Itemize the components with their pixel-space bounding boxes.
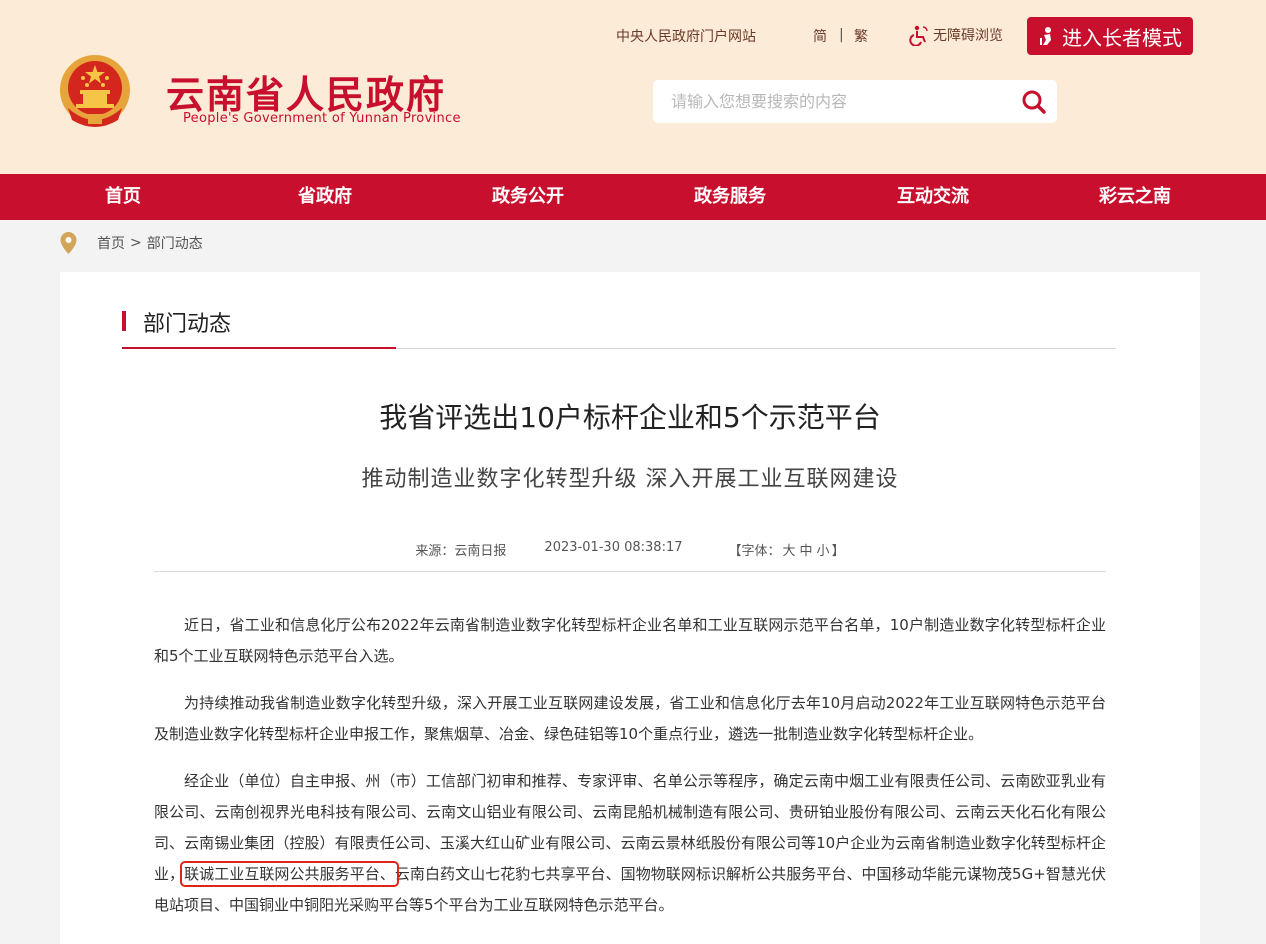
breadcrumb-current[interactable]: 部门动态 [147, 233, 203, 253]
site-subtitle: People's Government of Yunnan Province [183, 111, 461, 126]
section-underline-grey [396, 348, 1116, 349]
article-date: 2023-01-30 08:38:17 [544, 540, 683, 555]
site-header: 云南省人民政府 People's Government of Yunnan Pr… [0, 0, 1266, 174]
search-box [653, 80, 1057, 123]
nav-item-provincial-government[interactable]: 省政府 [265, 174, 385, 220]
font-size-prefix: 【字体： [728, 544, 781, 559]
font-size-control: 【字体：大中小】 [729, 540, 845, 559]
accessibility-link[interactable]: 无障碍浏览 [908, 24, 1003, 46]
section-title: 部门动态 [143, 312, 232, 337]
article-meta: 来源：云南日报 2023-01-30 08:38:17 【字体：大中小】 [60, 540, 1200, 559]
nav-item-interaction[interactable]: 互动交流 [873, 174, 993, 220]
section-underline-red [122, 347, 396, 349]
font-size-small-button[interactable]: 小 [817, 544, 830, 559]
search-icon[interactable] [1019, 87, 1049, 117]
elder-person-icon [1040, 27, 1051, 45]
elder-mode-label: 进入长者模式 [1062, 25, 1182, 50]
section-title-bar [122, 311, 126, 331]
location-pin-icon [60, 232, 77, 254]
simplified-chinese-link[interactable]: 简 [813, 26, 827, 46]
nav-item-government-services[interactable]: 政务服务 [670, 174, 790, 220]
national-emblem-icon [60, 55, 130, 127]
article-panel: 部门动态 我省评选出10户标杆企业和5个示范平台 推动制造业数字化转型升级 深入… [60, 272, 1200, 944]
elder-mode-button[interactable]: 进入长者模式 [1027, 17, 1193, 55]
article-paragraph-2: 为持续推动我省制造业数字化转型升级，深入开展工业互联网建设发展，省工业和信息化厅… [154, 694, 1106, 743]
breadcrumb: 首页 > 部门动态 [60, 232, 208, 254]
central-portal-link[interactable]: 中央人民政府门户网站 [616, 26, 756, 46]
article-paragraph-3: 经企业（单位）自主申报、州（市）工信部门初审和推荐、专家评审、名单公示等程序，确… [154, 766, 1106, 921]
font-size-large-button[interactable]: 大 [783, 544, 796, 559]
article-subtitle: 推动制造业数字化转型升级 深入开展工业互联网建设 [361, 467, 899, 492]
traditional-chinese-link[interactable]: 繁 [854, 26, 868, 46]
breadcrumb-separator: > [130, 235, 142, 251]
article-paragraph-1: 近日，省工业和信息化厅公布2022年云南省制造业数字化转型标杆企业名单和工业互联… [154, 616, 1106, 665]
breadcrumb-home[interactable]: 首页 [97, 233, 125, 253]
wheelchair-icon [909, 25, 928, 46]
highlighted-platform-name: 联诚工业互联网公共服务平台、 [180, 861, 399, 887]
nav-item-home[interactable]: 首页 [63, 174, 183, 220]
language-separator: | [839, 27, 844, 43]
nav-item-colorful-yunnan[interactable]: 彩云之南 [1075, 174, 1195, 220]
nav-item-government-affairs-disclosure[interactable]: 政务公开 [468, 174, 588, 220]
article-body: 近日，省工业和信息化厅公布2022年云南省制造业数字化转型标杆企业名单和工业互联… [154, 610, 1106, 937]
font-size-suffix: 】 [831, 544, 845, 559]
article-title: 我省评选出10户标杆企业和5个示范平台 [379, 401, 881, 434]
article-source: 来源：云南日报 [415, 544, 507, 559]
accessibility-label: 无障碍浏览 [933, 28, 1003, 44]
search-input[interactable] [671, 80, 1001, 123]
main-nav: 首页 省政府 政务公开 政务服务 互动交流 彩云之南 [0, 174, 1266, 220]
meta-divider [154, 571, 1106, 572]
font-size-medium-button[interactable]: 中 [800, 544, 813, 559]
